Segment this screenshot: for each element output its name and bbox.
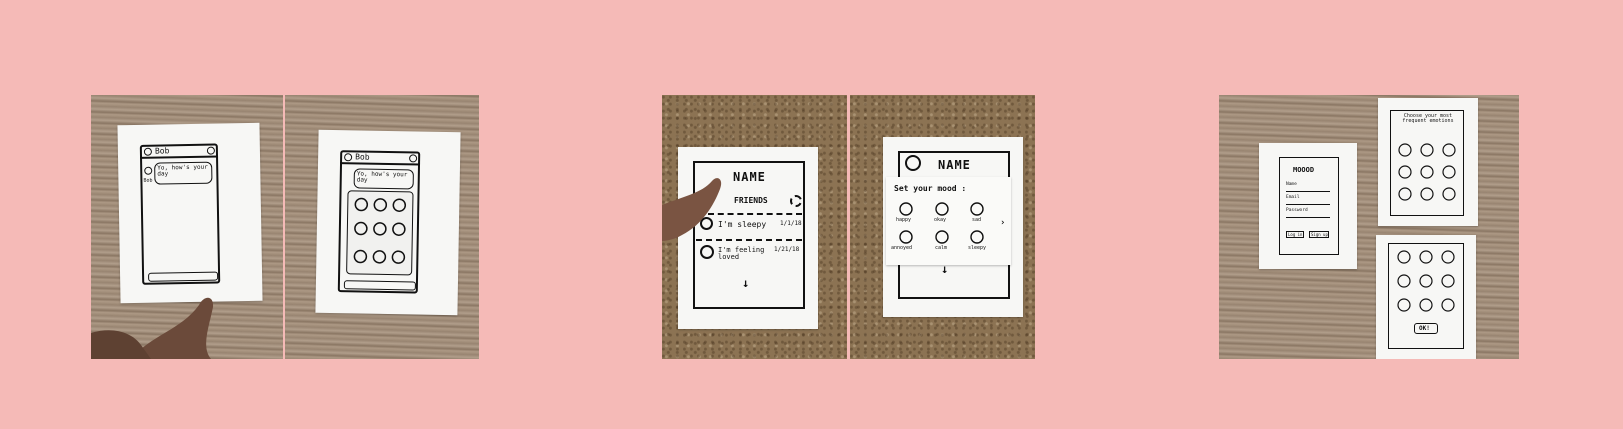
profile-name: NAME — [938, 158, 971, 172]
finger — [662, 178, 722, 241]
paper-sheet: Bob Yo, how's your day — [315, 129, 461, 316]
field-underline — [1286, 217, 1330, 218]
finger — [91, 297, 214, 359]
photo-chat-sketch-2: Bob Yo, how's your day — [285, 95, 479, 359]
mood-label: sad — [972, 217, 982, 223]
photo-feed-sketch-2: NAME ↓ Set your mood : happy okay sad an… — [850, 95, 1035, 359]
photo-onboarding-sketches: MOOOD Name Email Password Log in Sign up… — [1219, 95, 1519, 359]
input-bar — [343, 280, 416, 291]
field-underline — [1286, 204, 1330, 205]
mood-label: calm — [935, 245, 948, 251]
login-sketch: MOOOD Name Email Password Log in Sign up — [1259, 143, 1357, 269]
login-button-label: Log in — [1288, 231, 1303, 237]
field-label: Name — [1286, 182, 1297, 187]
ok-button-label: OK! — [1419, 324, 1430, 332]
photo-chat-sketch-1: Bob Yo, how's your day Bob — [91, 95, 283, 359]
photo-feed-sketch-1: NAME DS FRIENDS I'm sleepy 1/1/18 I'm fe… — [662, 95, 847, 359]
mood-picker-card: Set your mood : happy okay sad annoyed c… — [886, 177, 1011, 265]
chevron-right-icon: › — [1000, 218, 1006, 228]
app-title: MOOOD — [1293, 166, 1315, 174]
field-underline — [1286, 191, 1330, 192]
emotion-faces — [1397, 250, 1455, 312]
field-label: Email — [1286, 195, 1300, 200]
avatar-icon — [905, 155, 921, 171]
mood-label: sleepy — [968, 245, 987, 251]
mood-label: okay — [934, 217, 947, 223]
mood-label: happy — [896, 217, 912, 223]
emotion-faces — [1398, 143, 1456, 201]
mood-label: annoyed — [891, 245, 913, 251]
signup-button-label: Sign up — [1311, 231, 1328, 237]
emotion-confirm-sketch: OK! — [1376, 235, 1476, 359]
emotion-picker-sketch: Choose your most frequent emotions — [1378, 98, 1478, 226]
field-label: Password — [1286, 208, 1308, 213]
